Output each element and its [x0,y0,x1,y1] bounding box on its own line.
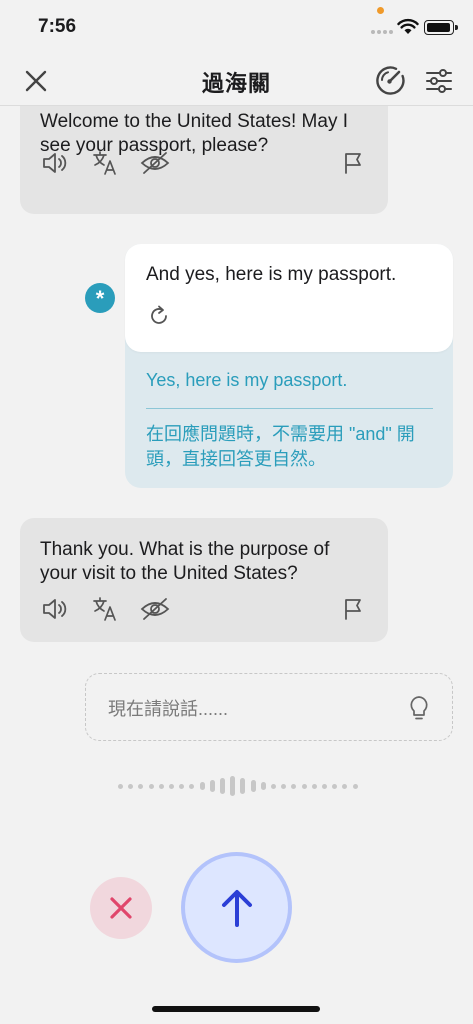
hide-text-button[interactable] [140,148,170,178]
message-actions [40,148,368,178]
waveform-bar [250,780,256,792]
home-indicator [152,1006,320,1012]
waveform-bar [138,783,144,789]
waveform-bar [179,783,185,789]
waveform-bar [271,783,277,789]
waveform-bar [189,783,195,789]
status-time: 7:56 [38,16,77,37]
audio-waveform [118,775,358,797]
eye-off-icon [140,152,170,174]
status-bar: 7:56 [0,0,473,56]
waveform-bar [209,780,215,792]
waveform-bar [240,778,246,794]
waveform-bar [169,783,175,789]
waveform-bar [148,783,154,789]
waveform-bar [332,783,338,789]
waveform-bar [260,782,266,790]
top-nav-bar: 過海關 [0,56,473,106]
ai-message-bubble: Welcome to the United States! May I see … [20,106,388,214]
ai-message-text: Thank you. What is the purpose of your v… [40,539,330,584]
settings-sliders-icon [426,69,452,93]
retry-icon [151,305,167,324]
ai-message-bubble: Thank you. What is the purpose of your v… [20,518,388,642]
play-audio-button[interactable] [40,148,70,178]
battery-icon [424,20,458,35]
waveform-bar [199,782,205,790]
waveform-bar [230,776,236,796]
settings-button[interactable] [424,66,454,96]
translate-icon [93,151,116,175]
user-message-bubble: And yes, here is my passport. [125,244,453,352]
eye-off-icon [140,598,170,620]
lightbulb-icon [410,696,428,720]
waveform-bar [322,783,328,789]
speech-input-placeholder: 現在請說話...... [108,699,229,719]
retry-button[interactable] [145,302,173,330]
cellular-signal-icon [371,30,393,34]
waveform-bar [301,783,307,789]
translate-icon [93,597,116,621]
speaker-icon [43,599,67,619]
user-message-card: And yes, here is my passport. Yes, here … [125,244,453,488]
play-audio-button[interactable] [40,594,70,624]
user-message-text: And yes, here is my passport. [146,264,397,285]
speech-input-box[interactable]: 現在請說話...... [85,673,453,741]
waveform-bar [291,783,297,789]
correction-explanation: 在回應問題時，不需要用 "and" 開頭，直接回答更自然。 [146,424,415,469]
correction-divider [146,408,433,409]
flag-icon [345,599,361,620]
progress-gauge-button[interactable] [374,64,406,96]
arrow-up-icon [221,889,252,927]
waveform-bar [158,783,164,789]
flag-icon [345,153,361,174]
waveform-bar [352,783,358,789]
translate-button[interactable] [90,148,120,178]
correction-badge[interactable]: * [85,283,115,313]
privacy-indicator-dot [377,7,384,14]
waveform-bar [118,783,123,789]
hide-text-button[interactable] [140,594,170,624]
cancel-recording-button[interactable] [90,877,152,939]
waveform-bar [220,778,226,794]
report-button[interactable] [338,594,368,624]
waveform-bar [128,783,134,789]
gauge-icon [376,66,405,95]
hint-button[interactable] [406,694,432,722]
waveform-bar [342,783,348,789]
waveform-bar [311,783,317,789]
send-button-inner [185,856,288,959]
x-icon [110,897,132,919]
send-button[interactable] [181,852,292,963]
corrected-sentence: Yes, here is my passport. [146,370,348,390]
speaker-icon [43,153,67,173]
translate-button[interactable] [90,594,120,624]
chat-thread: Welcome to the United States! May I see … [0,106,473,662]
waveform-bar [281,783,287,789]
message-actions [40,594,368,624]
wifi-icon [397,18,419,34]
report-button[interactable] [338,148,368,178]
